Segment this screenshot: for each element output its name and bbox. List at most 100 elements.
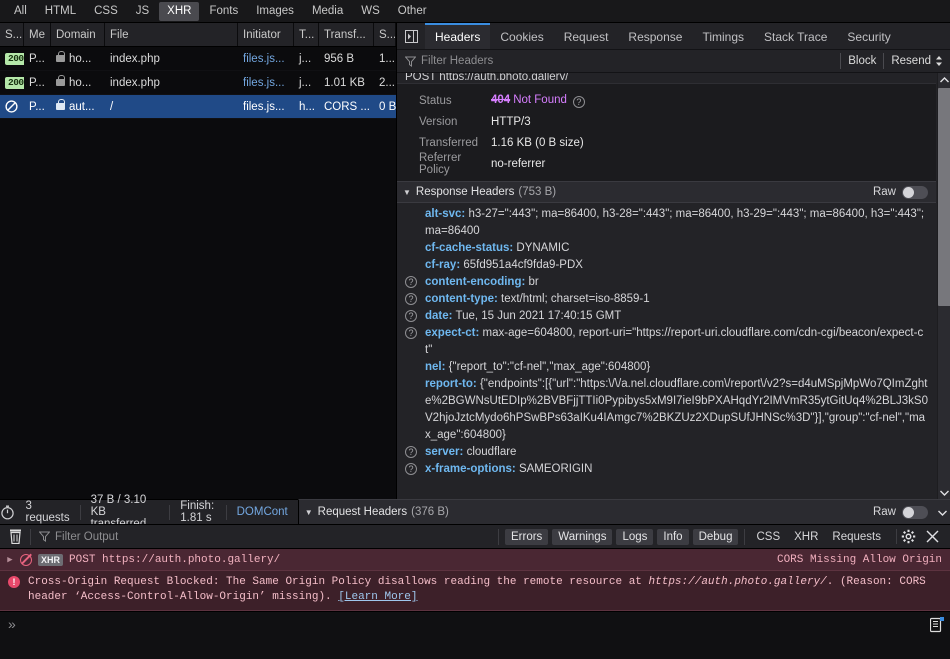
scroll-down-arrow[interactable] [938, 486, 950, 499]
tab-timings[interactable]: Timings [692, 23, 754, 49]
column-header-type[interactable]: T... [294, 23, 319, 46]
gear-icon [901, 529, 916, 544]
close-console-button[interactable] [920, 530, 944, 543]
tab-stack-trace[interactable]: Stack Trace [754, 23, 837, 49]
console-message-xhr[interactable]: ▶ XHR POST https://auth.photo.gallery/ C… [0, 549, 950, 571]
tab-response[interactable]: Response [618, 23, 692, 49]
raw-toggle[interactable] [902, 505, 928, 519]
chevron-down-icon: ▼ [304, 507, 313, 517]
filter-tab-images[interactable]: Images [248, 2, 302, 21]
header-row-server[interactable]: ? server: cloudflare [397, 444, 936, 461]
tab-request[interactable]: Request [554, 23, 619, 49]
header-text: alt-svc: h3-27=":443"; ma=86400, h3-28="… [425, 206, 930, 240]
filter-requests-button[interactable]: Requests [825, 529, 888, 545]
response-headers-title: Response Headers [415, 186, 515, 198]
split-view-icon [929, 617, 944, 633]
console-settings-button[interactable] [896, 529, 920, 544]
raw-toggle[interactable] [902, 185, 928, 199]
response-headers-section-header[interactable]: ▼ Response Headers (753 B) Raw [397, 181, 936, 203]
summary-transferred-label: Transferred [419, 136, 479, 149]
header-row-report-to[interactable]: report-to: {"endpoints":[{"url":"https:\… [397, 376, 936, 444]
column-header-file[interactable]: File [105, 23, 238, 46]
header-row-nel[interactable]: nel: {"report_to":"cf-nel","max_age":604… [397, 359, 936, 376]
summary-referrer-value: no-referrer [491, 157, 546, 170]
column-header-transferred[interactable]: Transf... [319, 23, 374, 46]
scroll-down-arrow[interactable] [938, 507, 947, 519]
filter-tab-js[interactable]: JS [128, 2, 157, 21]
filter-tab-all[interactable]: All [6, 2, 35, 21]
filter-xhr-button[interactable]: XHR [787, 529, 825, 545]
filter-tab-other[interactable]: Other [390, 2, 435, 21]
trash-icon [9, 529, 21, 544]
row-initiator[interactable]: files.js... [238, 47, 294, 70]
header-value: {"endpoints":[{"url":"https:\/\/a.nel.cl… [425, 378, 928, 441]
help-icon[interactable]: ? [405, 293, 417, 305]
header-name: date: [425, 310, 453, 322]
performance-button[interactable] [0, 505, 16, 520]
header-name: nel: [425, 361, 446, 373]
filter-info-button[interactable]: Info [657, 528, 689, 545]
tab-cookies[interactable]: Cookies [490, 23, 553, 49]
filter-tab-fonts[interactable]: Fonts [201, 2, 246, 21]
filter-tab-ws[interactable]: WS [353, 2, 388, 21]
help-icon[interactable]: ? [405, 327, 417, 339]
table-row[interactable]: 200 P... ho... index.php files.js... j..… [0, 47, 396, 71]
request-headers-section-header[interactable]: ▼ Request Headers (376 B) Raw [297, 499, 950, 524]
header-row-content-encoding[interactable]: ? content-encoding: br [397, 274, 936, 291]
header-row-x-frame-options[interactable]: ? x-frame-options: SAMEORIGIN [397, 461, 936, 478]
close-icon [926, 530, 938, 543]
filter-css-button[interactable]: CSS [749, 529, 787, 545]
header-row-alt-svc[interactable]: alt-svc: h3-27=":443"; ma=86400, h3-28="… [397, 206, 936, 240]
header-value: max-age=604800, report-uri= [482, 327, 633, 339]
filter-tab-xhr[interactable]: XHR [159, 1, 200, 21]
row-initiator[interactable]: files.js... [238, 71, 294, 94]
header-name: alt-svc: [425, 208, 466, 220]
split-console-button[interactable] [929, 617, 944, 636]
filter-debug-button[interactable]: Debug [692, 528, 739, 545]
help-icon[interactable]: ? [405, 463, 417, 475]
help-icon[interactable]: ? [405, 446, 417, 458]
header-row-date[interactable]: ? date: Tue, 15 Jun 2021 17:40:15 GMT [397, 308, 936, 325]
column-header-domain[interactable]: Domain [51, 23, 105, 46]
table-row[interactable]: P... aut... / files.js... h... CORS ... … [0, 95, 396, 119]
header-row-cf-ray[interactable]: cf-ray: 65fd951a4cf9fda9-PDX [397, 257, 936, 274]
filter-tab-html[interactable]: HTML [37, 2, 84, 21]
help-icon[interactable]: ? [572, 95, 585, 108]
filter-warnings-button[interactable]: Warnings [552, 528, 613, 545]
row-size: 0 B [379, 100, 396, 113]
scroll-thumb[interactable] [937, 88, 950, 306]
scroll-up-arrow[interactable] [938, 73, 950, 86]
clear-console-button[interactable] [0, 529, 30, 544]
help-icon[interactable]: ? [405, 310, 417, 322]
filter-logs-button[interactable]: Logs [616, 528, 654, 545]
header-help-slot [397, 240, 425, 257]
help-icon[interactable]: ? [405, 276, 417, 288]
row-initiator[interactable]: files.js... [238, 95, 294, 118]
header-row-cf-cache-status[interactable]: cf-cache-status: DYNAMIC [397, 240, 936, 257]
column-header-status[interactable]: S... [0, 23, 24, 46]
column-header-method[interactable]: Me [24, 23, 51, 46]
console-input-row[interactable]: » [0, 611, 950, 659]
console-filter-input[interactable]: Filter Output [55, 531, 118, 543]
detail-scrollbar[interactable] [937, 73, 950, 499]
header-row-expect-ct[interactable]: ? expect-ct: max-age=604800, report-uri=… [397, 325, 936, 359]
learn-more-link[interactable]: [Learn More] [338, 591, 417, 603]
filter-tab-media[interactable]: Media [304, 2, 351, 21]
expand-triangle-icon[interactable]: ▶ [0, 555, 20, 565]
filter-headers-input[interactable]: Filter Headers [421, 55, 493, 67]
column-header-initiator[interactable]: Initiator [238, 23, 294, 46]
tab-security[interactable]: Security [837, 23, 900, 49]
filter-errors-button[interactable]: Errors [504, 528, 549, 545]
tab-headers[interactable]: Headers [425, 23, 491, 49]
table-row[interactable]: 200 P... ho... index.php files.js... j..… [0, 71, 396, 95]
header-row-content-type[interactable]: ? content-type: text/html; charset=iso-8… [397, 291, 936, 308]
scroll-track[interactable] [937, 86, 950, 486]
resend-button[interactable]: Resend [883, 53, 950, 69]
status-code: 404 [491, 93, 511, 106]
block-button[interactable]: Block [840, 53, 883, 69]
filter-headers-bar: Filter Headers Block Resend [397, 50, 950, 73]
toggle-sidebar-button[interactable] [397, 23, 425, 49]
filter-tab-css[interactable]: CSS [86, 2, 126, 21]
column-header-size[interactable]: S... [374, 23, 396, 46]
console-message-error[interactable]: ! Cross-Origin Request Blocked: The Same… [0, 571, 950, 611]
